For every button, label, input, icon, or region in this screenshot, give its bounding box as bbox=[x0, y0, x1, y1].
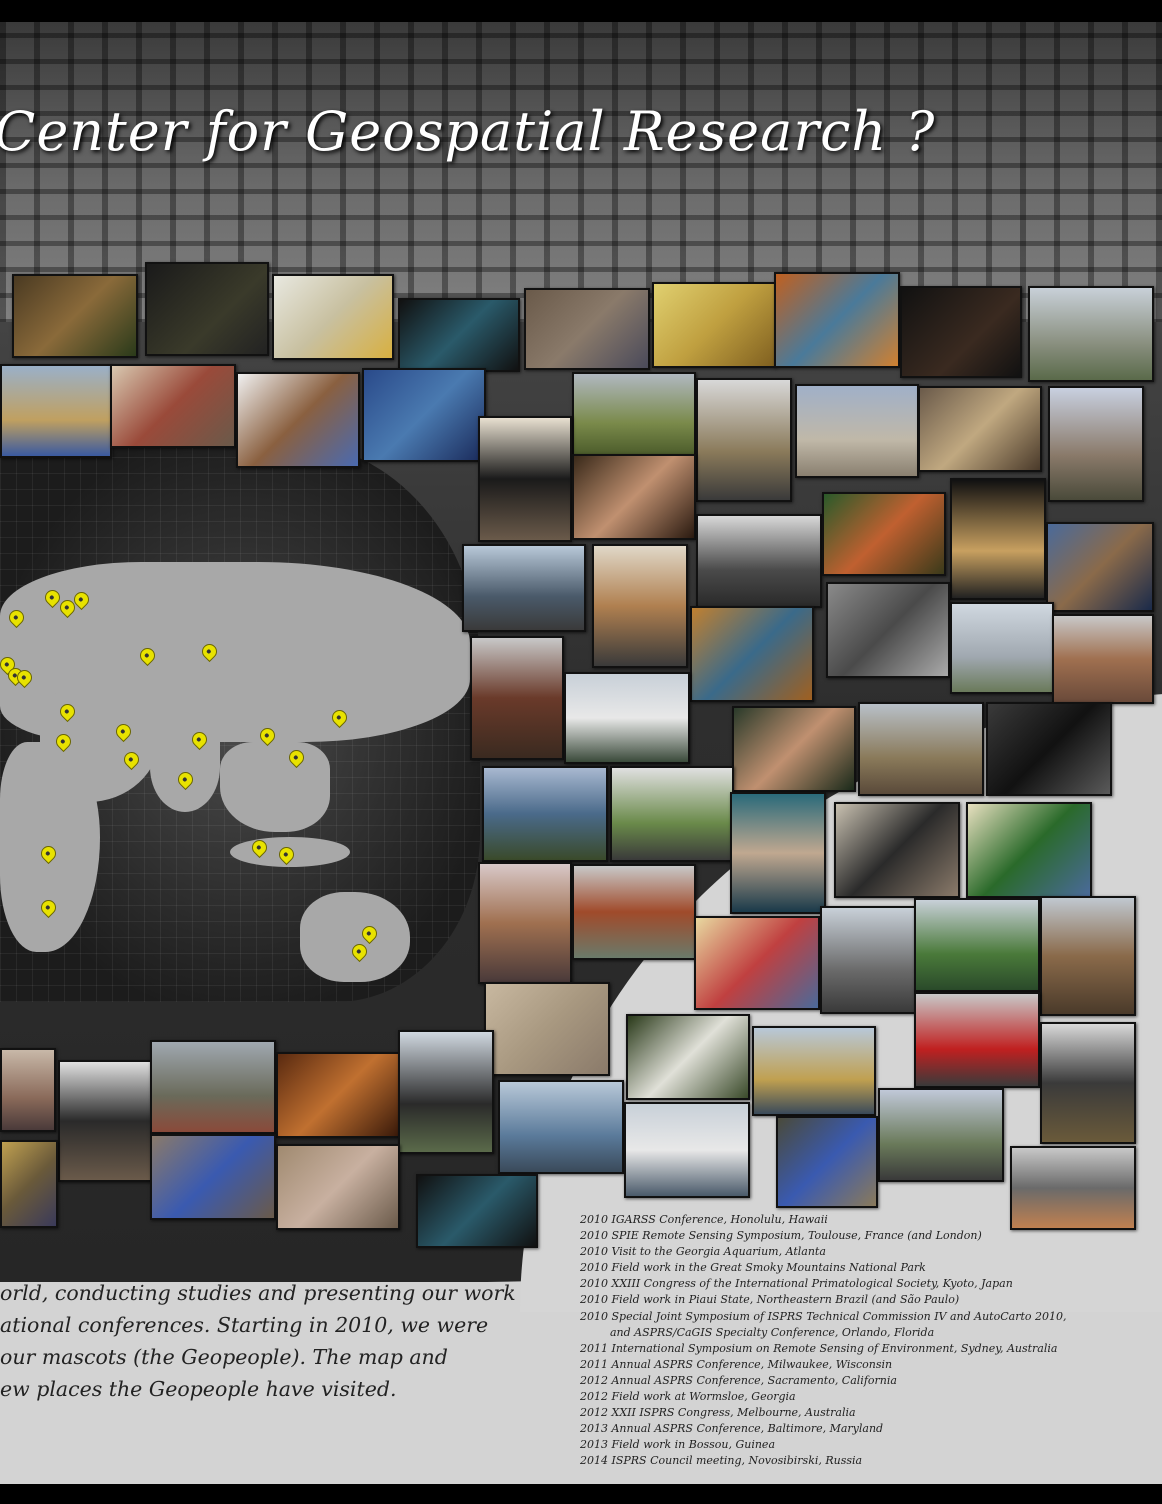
photo-birthday-mascots bbox=[236, 372, 360, 468]
description-line: orld, conducting studies and presenting … bbox=[0, 1281, 516, 1305]
photo-mascots-porch bbox=[272, 274, 394, 360]
photo-monkey-tree bbox=[626, 1014, 750, 1100]
photo-beach bbox=[795, 384, 919, 478]
photo-sign bbox=[652, 282, 776, 368]
events-list: 2010 IGARSS Conference, Honolulu, Hawaii… bbox=[580, 1212, 1160, 1470]
photo-valley bbox=[858, 702, 984, 796]
photo-waterfront bbox=[498, 1080, 624, 1174]
event-item: 2013 Field work in Bossou, Guinea bbox=[580, 1438, 776, 1452]
photo-field-lady bbox=[572, 372, 696, 458]
photo-coast-view bbox=[482, 766, 608, 862]
photo-barrel-house bbox=[470, 636, 564, 760]
photo-kangaroo-statue bbox=[478, 862, 572, 984]
event-item: 2014 ISPRS Council meeting, Novosibirski… bbox=[580, 1454, 863, 1468]
photo-model-t bbox=[834, 802, 960, 898]
event-item: 2010 XXIII Congress of the International… bbox=[580, 1277, 1013, 1291]
photo-rock-closeup bbox=[276, 1144, 400, 1230]
photo-monitor-mascot bbox=[690, 606, 814, 702]
description-paragraph: orld, conducting studies and presenting … bbox=[0, 1277, 520, 1405]
event-item: 2011 International Symposium on Remote S… bbox=[580, 1341, 1058, 1355]
event-item: 2012 Field work at Wormsloe, Georgia bbox=[580, 1390, 796, 1404]
photo-big-ben-1 bbox=[696, 378, 792, 502]
photo-presenters bbox=[900, 286, 1022, 378]
continent-southeast-asia bbox=[220, 742, 330, 832]
photo-palm-fruit bbox=[822, 492, 946, 576]
photo-cave bbox=[276, 1052, 400, 1138]
photo-monitor-2 bbox=[774, 272, 900, 368]
photo-monkey-moss bbox=[732, 706, 856, 792]
photo-kangaroo-costume bbox=[592, 544, 688, 668]
event-item: 2010 Special Joint Symposium of ISPRS Te… bbox=[580, 1309, 1067, 1323]
photo-car-seat bbox=[58, 1060, 152, 1182]
poster-title: Center for Geospatial Research ? bbox=[0, 100, 936, 163]
photo-melbourne bbox=[878, 1088, 1004, 1182]
photo-monkey-rock bbox=[918, 386, 1042, 472]
photo-man-green bbox=[966, 802, 1092, 898]
event-item: 2010 Visit to the Georgia Aquarium, Atla… bbox=[580, 1245, 826, 1259]
continent-india bbox=[150, 722, 220, 812]
event-item: 2010 Field work in the Great Smoky Mount… bbox=[580, 1261, 926, 1275]
event-item: 2010 Field work in Piaui State, Northeas… bbox=[580, 1293, 960, 1307]
photo-canyon bbox=[1040, 896, 1136, 1016]
photo-harbor-mascots bbox=[0, 364, 112, 458]
photo-people-table bbox=[110, 364, 236, 448]
photo-antique-car bbox=[145, 262, 269, 356]
event-item: 2012 Annual ASPRS Conference, Sacramento… bbox=[580, 1373, 897, 1387]
event-item: 2011 Annual ASPRS Conference, Milwaukee,… bbox=[580, 1357, 893, 1371]
photo-museum-wing bbox=[950, 602, 1054, 694]
photo-forest bbox=[12, 274, 138, 358]
photo-aquarium bbox=[730, 792, 826, 914]
photo-vintage-car bbox=[986, 702, 1112, 796]
photo-mascots-ground bbox=[524, 288, 650, 370]
event-item: 2010 SPIE Remote Sensing Symposium, Toul… bbox=[580, 1229, 982, 1243]
photo-city-window bbox=[820, 906, 916, 1014]
photo-crowd-gate bbox=[696, 514, 822, 608]
photo-monkey-screen bbox=[1046, 522, 1154, 612]
photo-mascots-tree bbox=[776, 1116, 878, 1208]
photo-car-dashboard bbox=[826, 582, 950, 678]
photo-garden bbox=[914, 898, 1040, 992]
continent-australia bbox=[300, 892, 410, 982]
photo-london-building bbox=[0, 1048, 56, 1132]
photo-seascape bbox=[150, 1040, 276, 1134]
photo-gold-seal bbox=[0, 1140, 58, 1228]
photo-monkey-mushroom bbox=[572, 454, 696, 540]
description-line: our mascots (the Geopeople). The map and bbox=[0, 1345, 448, 1369]
photo-monitor-1 bbox=[398, 298, 520, 372]
photo-eiffel-1 bbox=[1048, 386, 1144, 502]
photo-cannon bbox=[610, 766, 734, 862]
photo-podium bbox=[950, 478, 1046, 600]
event-item-continuation: and ASPRS/CaGIS Specialty Conference, Or… bbox=[610, 1325, 935, 1339]
event-item: 2013 Annual ASPRS Conference, Baltimore,… bbox=[580, 1422, 884, 1436]
photo-colosseum bbox=[1052, 614, 1154, 704]
photo-blue-seat bbox=[362, 368, 486, 462]
photo-opera-house-2 bbox=[624, 1102, 750, 1198]
event-item: 2010 IGARSS Conference, Honolulu, Hawaii bbox=[580, 1213, 828, 1226]
event-item: 2012 XXII ISPRS Congress, Melbourne, Aus… bbox=[580, 1406, 856, 1420]
world-map bbox=[0, 442, 480, 1002]
photo-golden-gate bbox=[572, 864, 696, 960]
photo-harbour-bridge bbox=[462, 544, 586, 632]
photo-harbor-mascots-2 bbox=[752, 1026, 876, 1116]
photo-sydney-sand bbox=[484, 982, 610, 1076]
photo-paris-view bbox=[1028, 286, 1154, 382]
description-line: ew places the Geopeople have visited. bbox=[0, 1377, 397, 1401]
photo-woman-black bbox=[478, 416, 572, 542]
photo-eiffel-2 bbox=[398, 1030, 494, 1154]
photo-cereal-mascots bbox=[694, 916, 820, 1010]
poster: Center for Geospatial Research ? orld, c… bbox=[0, 22, 1162, 1484]
description-line: ational conferences. Starting in 2010, w… bbox=[0, 1313, 489, 1337]
photo-london-bus bbox=[914, 992, 1040, 1088]
photo-opera-house-1 bbox=[564, 672, 690, 764]
photo-big-ben-2 bbox=[1040, 1022, 1136, 1144]
photo-mascots-rocks bbox=[150, 1134, 276, 1220]
photo-monitor-3 bbox=[416, 1174, 538, 1248]
